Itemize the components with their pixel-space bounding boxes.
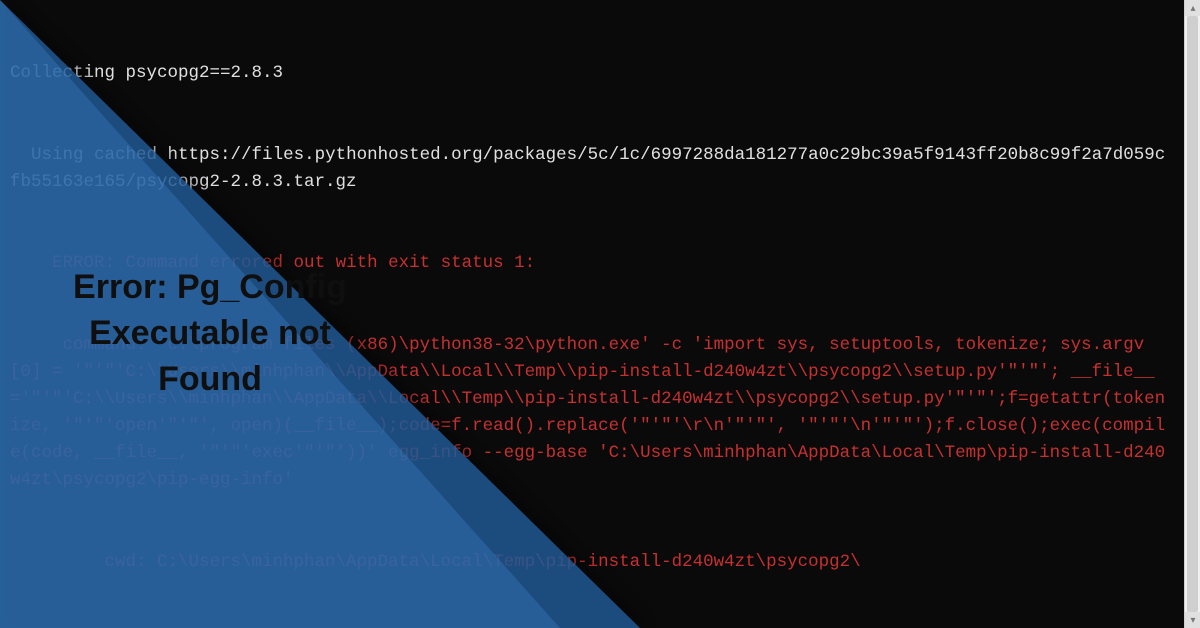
term-line-cwd: cwd: C:\Users\minhphan\AppData\Local\Tem… xyxy=(10,549,1174,576)
vertical-scrollbar[interactable]: ▴ ▾ xyxy=(1184,0,1200,628)
headline-line: Found xyxy=(30,357,390,403)
scrollbar-up-button[interactable]: ▴ xyxy=(1185,0,1200,16)
headline-line: Executable not xyxy=(30,311,390,357)
screenshot-root: Collecting psycopg2==2.8.3 Using cached … xyxy=(0,0,1200,628)
term-line-cached: Using cached https://files.pythonhosted.… xyxy=(10,142,1174,196)
headline-line: Error: Pg_Config xyxy=(30,265,390,311)
chevron-up-icon: ▴ xyxy=(1190,3,1195,14)
scrollbar-down-button[interactable]: ▾ xyxy=(1185,612,1200,628)
term-line-collecting: Collecting psycopg2==2.8.3 xyxy=(10,60,1174,87)
headline-caption: Error: Pg_Config Executable not Found xyxy=(30,265,390,403)
term-text: Using cached xyxy=(10,145,168,165)
scrollbar-track[interactable] xyxy=(1185,16,1200,612)
scrollbar-thumb[interactable] xyxy=(1187,16,1198,612)
chevron-down-icon: ▾ xyxy=(1190,615,1195,626)
term-url: https://files.pythonhosted.org/packages/… xyxy=(10,145,1165,192)
